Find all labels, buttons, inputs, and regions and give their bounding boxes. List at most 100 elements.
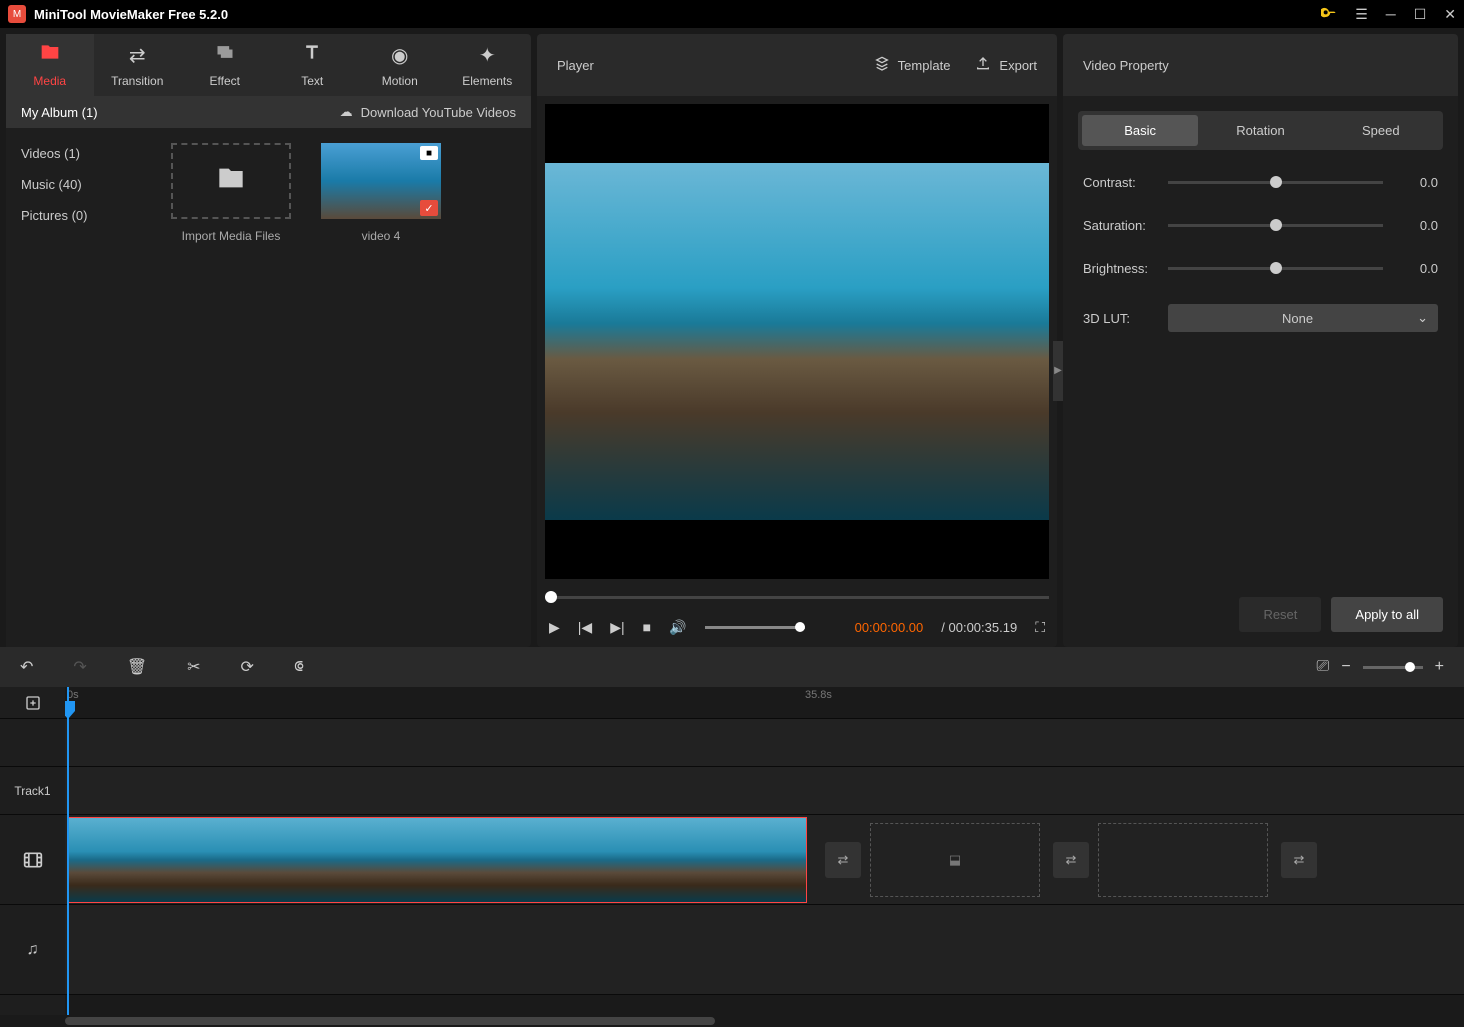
- total-time: / 00:00:35.19: [941, 620, 1017, 635]
- lut-select[interactable]: None ⌄: [1168, 304, 1438, 332]
- fullscreen-button[interactable]: ⛶: [1035, 619, 1045, 636]
- overlay-track[interactable]: [65, 719, 1464, 767]
- close-icon[interactable]: ✕: [1444, 6, 1456, 23]
- brightness-label: Brightness:: [1083, 261, 1153, 276]
- collapse-panel-button[interactable]: ▶: [1053, 341, 1063, 401]
- saturation-slider[interactable]: [1168, 224, 1383, 227]
- album-label[interactable]: My Album (1): [21, 105, 98, 120]
- template-button[interactable]: Template: [874, 56, 951, 75]
- sidebar-item-videos[interactable]: Videos (1): [6, 138, 156, 169]
- lut-label: 3D LUT:: [1083, 311, 1153, 326]
- menu-icon[interactable]: ☰: [1355, 6, 1368, 23]
- audio-track[interactable]: [65, 905, 1464, 995]
- volume-icon[interactable]: 🔊: [669, 619, 686, 636]
- text-track[interactable]: [65, 767, 1464, 815]
- tab-label: Elements: [462, 74, 512, 88]
- clip-thumbnail[interactable]: ■ ✓: [321, 143, 441, 219]
- lut-value: None: [1282, 311, 1313, 326]
- tab-effect[interactable]: Effect: [181, 34, 269, 96]
- crop-button[interactable]: ⟃: [294, 658, 304, 676]
- video-track[interactable]: ⇄ ⬓ ⇄ ⇄: [65, 815, 1464, 905]
- tab-text[interactable]: Text: [269, 34, 357, 96]
- player-header: Player Template Export: [537, 34, 1057, 96]
- playhead[interactable]: [67, 687, 69, 1015]
- titlebar: M MiniTool MovieMaker Free 5.2.0 ☰ ─ ☐ ✕: [0, 0, 1464, 28]
- check-icon: ✓: [420, 200, 438, 216]
- prev-frame-button[interactable]: |◀: [578, 619, 592, 636]
- clip-placeholder[interactable]: [1098, 823, 1268, 897]
- tab-elements[interactable]: ✦ Elements: [444, 34, 532, 96]
- scrollbar-thumb[interactable]: [65, 1017, 715, 1025]
- track-spacer: [0, 719, 65, 767]
- download-youtube-button[interactable]: ☁ Download YouTube Videos: [340, 104, 516, 120]
- player-controls: ▶ |◀ ▶| ■ 🔊 00:00:00.00 / 00:00:35.19 ⛶: [537, 607, 1057, 647]
- audio-track-icon[interactable]: ♫: [0, 905, 65, 995]
- contrast-row: Contrast: 0.0: [1083, 175, 1438, 190]
- minimize-icon[interactable]: ─: [1386, 6, 1396, 22]
- delete-button[interactable]: 🗑: [127, 657, 147, 677]
- prop-tab-rotation[interactable]: Rotation: [1202, 115, 1318, 146]
- stop-button[interactable]: ■: [643, 619, 651, 635]
- motion-icon: ◉: [391, 43, 408, 68]
- volume-slider[interactable]: [705, 626, 805, 629]
- apply-all-button[interactable]: Apply to all: [1331, 597, 1443, 632]
- track-labels: Track1 ♫: [0, 687, 65, 1015]
- brightness-row: Brightness: 0.0: [1083, 261, 1438, 276]
- transition-slot-icon[interactable]: ⇄: [1053, 842, 1089, 878]
- scrub-bar[interactable]: [545, 587, 1049, 607]
- reset-button[interactable]: Reset: [1239, 597, 1321, 632]
- media-grid: Import Media Files ■ ✓ video 4: [156, 128, 531, 647]
- video-preview[interactable]: [545, 104, 1049, 579]
- tab-label: Text: [301, 74, 323, 88]
- brightness-slider[interactable]: [1168, 267, 1383, 270]
- export-icon: [975, 56, 991, 75]
- zoom-out-button[interactable]: −: [1341, 658, 1350, 676]
- saturation-value: 0.0: [1398, 218, 1438, 233]
- export-button[interactable]: Export: [975, 56, 1037, 75]
- current-time: 00:00:00.00: [855, 620, 924, 635]
- tab-transition[interactable]: ⇄ Transition: [94, 34, 182, 96]
- ruler-tick: 35.8s: [805, 689, 832, 701]
- transition-slot-icon[interactable]: ⇄: [1281, 842, 1317, 878]
- media-clip-item[interactable]: ■ ✓ video 4: [321, 143, 441, 243]
- swap-icon: ⇄: [129, 43, 146, 68]
- sidebar-item-pictures[interactable]: Pictures (0): [6, 200, 156, 231]
- media-sidebar: Videos (1) Music (40) Pictures (0): [6, 128, 156, 647]
- prop-tab-speed[interactable]: Speed: [1323, 115, 1439, 146]
- next-frame-button[interactable]: ▶|: [610, 619, 624, 636]
- video-clip[interactable]: [67, 817, 807, 903]
- tab-motion[interactable]: ◉ Motion: [356, 34, 444, 96]
- prop-tab-basic[interactable]: Basic: [1082, 115, 1198, 146]
- clip-label: video 4: [362, 229, 401, 243]
- track1-label[interactable]: Track1: [0, 767, 65, 815]
- tab-media[interactable]: Media: [6, 34, 94, 96]
- clip-placeholder[interactable]: ⬓: [870, 823, 1040, 897]
- player-title: Player: [557, 58, 594, 73]
- undo-button[interactable]: ↶: [20, 657, 33, 677]
- scrub-handle[interactable]: [545, 591, 557, 603]
- redo-button[interactable]: ↷: [73, 657, 86, 677]
- timeline-scrollbar[interactable]: [0, 1015, 1464, 1027]
- zoom-slider[interactable]: [1363, 666, 1423, 669]
- tab-label: Media: [33, 74, 66, 88]
- transition-slot-icon[interactable]: ⇄: [825, 842, 861, 878]
- license-key-icon[interactable]: [1321, 5, 1337, 24]
- lut-row: 3D LUT: None ⌄: [1083, 304, 1438, 332]
- video-track-icon[interactable]: [0, 815, 65, 905]
- zoom-in-button[interactable]: +: [1435, 658, 1444, 676]
- contrast-value: 0.0: [1398, 175, 1438, 190]
- fit-zoom-button[interactable]: ⎚: [1317, 658, 1330, 676]
- contrast-slider[interactable]: [1168, 181, 1383, 184]
- timeline-tracks[interactable]: 0s 35.8s ⇄ ⬓ ⇄ ⇄: [65, 687, 1464, 1015]
- timeline-ruler[interactable]: 0s 35.8s: [65, 687, 1464, 719]
- split-button[interactable]: ✂: [187, 657, 200, 677]
- layers-icon: [215, 42, 235, 68]
- speed-button[interactable]: ⟳: [241, 657, 254, 677]
- maximize-icon[interactable]: ☐: [1414, 6, 1427, 23]
- main-tabs: Media ⇄ Transition Effect Text ◉ Motion: [6, 34, 531, 96]
- folder-open-icon: [217, 164, 245, 199]
- import-media-button[interactable]: Import Media Files: [171, 143, 291, 243]
- play-button[interactable]: ▶: [549, 619, 560, 636]
- sidebar-item-music[interactable]: Music (40): [6, 169, 156, 200]
- add-track-button[interactable]: [0, 687, 65, 719]
